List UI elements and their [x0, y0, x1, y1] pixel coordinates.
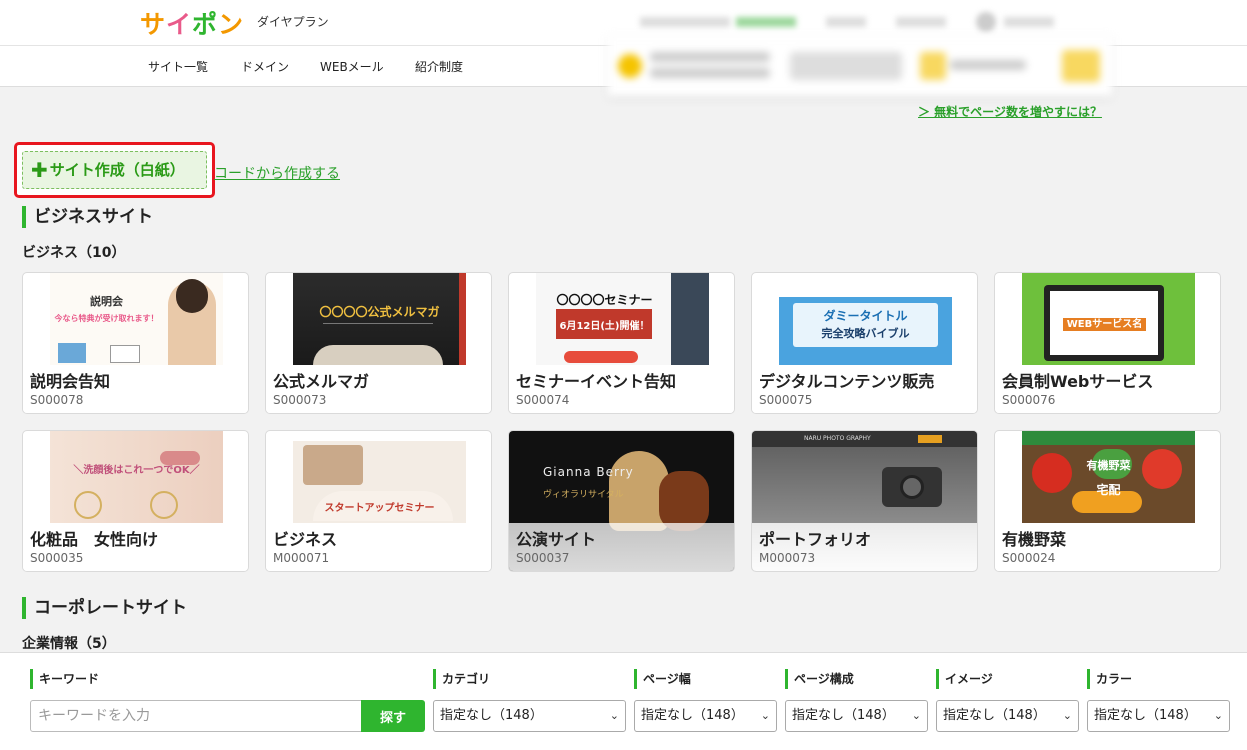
- nav-domain[interactable]: ドメイン: [241, 58, 289, 75]
- template-thumbnail: 説明会 今なら特典が受け取れます！: [50, 273, 223, 365]
- template-card-portfolio[interactable]: NARU PHOTO GRAPHY ポートフォリオ M000073: [751, 430, 978, 572]
- template-name: 化粧品 女性向け: [30, 530, 159, 549]
- template-code: S000073: [273, 393, 327, 407]
- template-card-vegetables[interactable]: 有機野菜 宅配 有機野菜 S000024: [994, 430, 1221, 572]
- logo[interactable]: サイポン: [140, 5, 244, 41]
- page-structure-select[interactable]: 指定なし（148） ⌄: [785, 700, 928, 732]
- subsection-business: ビジネス（10）: [22, 245, 126, 261]
- template-name: ポートフォリオ: [759, 530, 872, 549]
- page-width-select[interactable]: 指定なし（148） ⌄: [634, 700, 777, 732]
- filter-bar: キーワード 探す カテゴリ 指定なし（148）⌄ ページ幅 指定なし（148）⌄…: [0, 652, 1247, 750]
- template-code: S000074: [516, 393, 570, 407]
- increase-pages-link[interactable]: ＞ 無料でページ数を増やすには？: [918, 103, 1102, 120]
- template-code: S000024: [1002, 551, 1056, 565]
- plus-icon: ✚: [31, 158, 48, 182]
- page-width-label: ページ幅: [634, 669, 691, 689]
- chevron-down-icon: ⌄: [609, 709, 619, 722]
- template-card-digital[interactable]: ダミータイトル 完全攻略バイブル デジタルコンテンツ販売 S000075: [751, 272, 978, 414]
- create-from-code-link[interactable]: コードから作成する: [214, 163, 340, 183]
- template-name: 公式メルマガ: [273, 372, 370, 391]
- chevron-down-icon: ⌄: [1213, 709, 1223, 722]
- template-name: 有機野菜: [1002, 530, 1067, 549]
- keyword-input[interactable]: [30, 700, 362, 732]
- subsection-company-info: 企業情報（5）: [22, 636, 116, 652]
- template-thumbnail: ダミータイトル 完全攻略バイブル: [779, 273, 952, 365]
- template-thumbnail: 有機野菜 宅配: [1022, 431, 1195, 523]
- promo-banner[interactable]: [608, 36, 1112, 96]
- template-code: S000075: [759, 393, 813, 407]
- template-thumbnail: スタートアップセミナー: [293, 431, 466, 523]
- category-label: カテゴリ: [433, 669, 490, 689]
- color-select[interactable]: 指定なし（148） ⌄: [1087, 700, 1230, 732]
- nav-webmail[interactable]: WEBメール: [320, 58, 384, 75]
- template-thumbnail: WEBサービス名: [1022, 273, 1195, 365]
- template-card-webservice[interactable]: WEBサービス名 会員制Webサービス S000076: [994, 272, 1221, 414]
- template-card-cosmetics[interactable]: ＼洗顔後はこれ一つでOK／ 化粧品 女性向け S000035: [22, 430, 249, 572]
- image-select[interactable]: 指定なし（148） ⌄: [936, 700, 1079, 732]
- create-blank-site-button[interactable]: ✚ サイト作成（白紙）: [22, 151, 207, 189]
- section-title-business: ビジネスサイト: [22, 206, 153, 228]
- template-card-setsumeikai[interactable]: 説明会 今なら特典が受け取れます！ 説明会告知 S000078: [22, 272, 249, 414]
- template-card-business[interactable]: スタートアップセミナー ビジネス M000071: [265, 430, 492, 572]
- template-code: S000035: [30, 551, 84, 565]
- search-button[interactable]: 探す: [361, 700, 425, 732]
- template-name: ビジネス: [273, 530, 338, 549]
- chevron-down-icon: ⌄: [760, 709, 770, 722]
- chevron-down-icon: ⌄: [1062, 709, 1072, 722]
- template-name: 説明会告知: [30, 372, 111, 391]
- template-card-performance[interactable]: Gianna Berry ヴィオラリサイタル 公演サイト S000037: [508, 430, 735, 572]
- section-title-corporate: コーポレートサイト: [22, 597, 187, 619]
- chevron-down-icon: ⌄: [911, 709, 921, 722]
- template-code: S000037: [516, 551, 570, 565]
- image-label: イメージ: [936, 669, 993, 689]
- template-name: 公演サイト: [516, 530, 597, 549]
- template-card-seminar[interactable]: 〇〇〇〇セミナー 6月12日(土)開催！ セミナーイベント告知 S000074: [508, 272, 735, 414]
- template-code: S000076: [1002, 393, 1056, 407]
- header-blurred-area: [640, 12, 1100, 32]
- page-structure-label: ページ構成: [785, 669, 854, 689]
- color-label: カラー: [1087, 669, 1132, 689]
- create-highlight: ✚ サイト作成（白紙）: [14, 142, 215, 198]
- template-name: デジタルコンテンツ販売: [759, 372, 935, 391]
- template-code: M000073: [759, 551, 816, 565]
- keyword-label: キーワード: [30, 669, 99, 689]
- template-name: 会員制Webサービス: [1002, 372, 1154, 391]
- template-code: S000078: [30, 393, 84, 407]
- nav-referral[interactable]: 紹介制度: [415, 58, 463, 75]
- nav-site-list[interactable]: サイト一覧: [148, 58, 208, 75]
- template-thumbnail: ＼洗顔後はこれ一つでOK／: [50, 431, 223, 523]
- template-card-merumaga[interactable]: 〇〇〇〇公式メルマガ 公式メルマガ S000073: [265, 272, 492, 414]
- template-thumbnail: 〇〇〇〇公式メルマガ: [293, 273, 466, 365]
- template-thumbnail: 〇〇〇〇セミナー 6月12日(土)開催！: [536, 273, 709, 365]
- category-select[interactable]: 指定なし（148） ⌄: [433, 700, 626, 732]
- plan-label: ダイヤプラン: [257, 15, 329, 29]
- template-name: セミナーイベント告知: [516, 372, 677, 391]
- template-code: M000071: [273, 551, 330, 565]
